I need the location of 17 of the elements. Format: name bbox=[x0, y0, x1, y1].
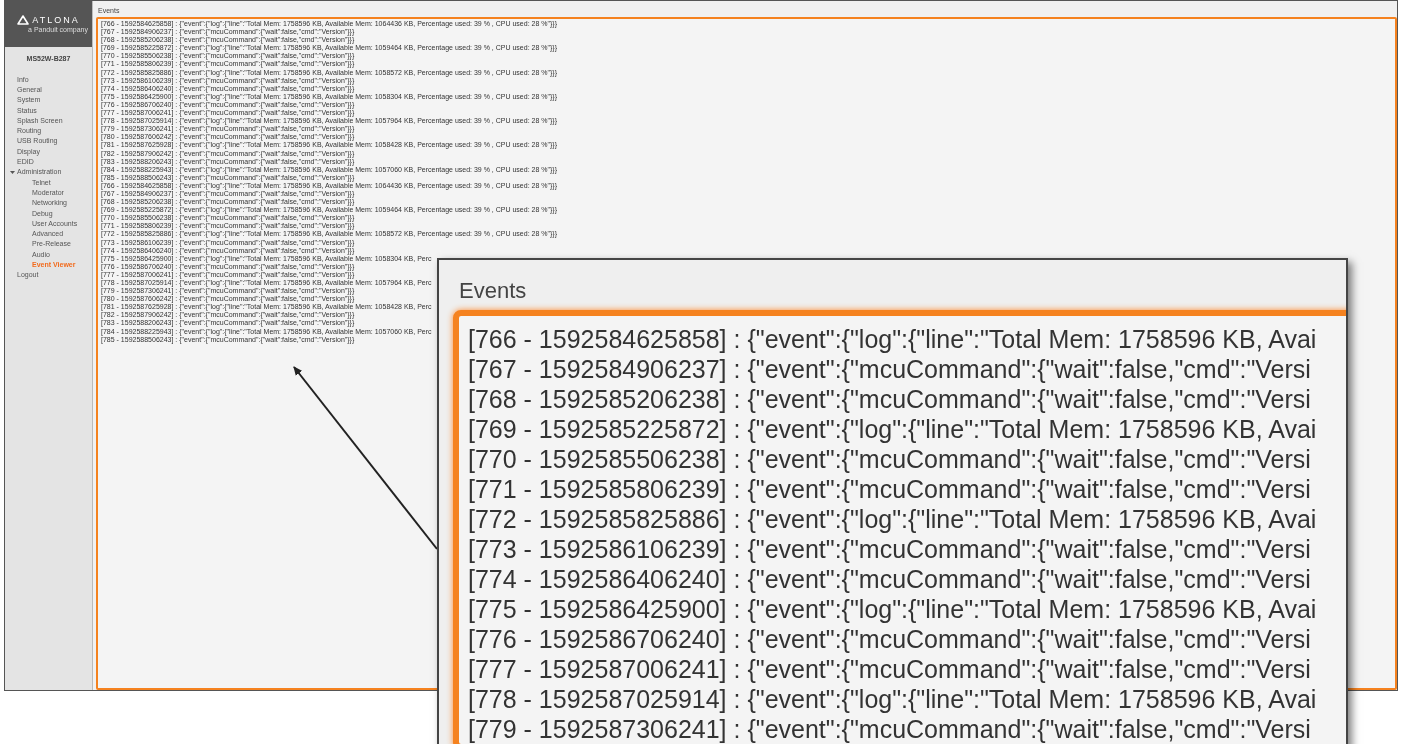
log-line: [775 - 1592586425900] : {"event":{"log":{"line":"Total Mem: 1758596 KB, Avai bbox=[468, 594, 1317, 624]
log-line: [779 - 1592587306241] : {"event":{"mcuCommand":{"wait":false,"cmd":"Versi bbox=[468, 714, 1311, 744]
log-line: [766 - 1592584625858] : {"event":{"log":{"line":"Total Mem: 1758596 KB, Avai bbox=[468, 324, 1317, 354]
log-line: [776 - 1592586706240] : {"event":{"mcuCommand":{"wait":false,"cmd":"Versi bbox=[468, 624, 1311, 654]
log-line: [771 - 1592585806239] : {"event":{"mcuCommand":{"wait":false,"cmd":"Versi bbox=[468, 474, 1311, 504]
log-line: [769 - 1592585225872] : {"event":{"log":{"line":"Total Mem: 1758596 KB, Avai bbox=[468, 414, 1317, 444]
logo-wordmark: ATLONA bbox=[32, 15, 80, 25]
callout-title: Events bbox=[458, 277, 528, 305]
logo-icon bbox=[17, 15, 30, 25]
log-line: [778 - 1592587025914] : {"event":{"log":{"line":"Total Mem: 1758596 KB, Avai bbox=[468, 684, 1317, 714]
log-line: [767 - 1592584906237] : {"event":{"mcuCommand":{"wait":false,"cmd":"Versi bbox=[468, 354, 1311, 384]
log-line: [773 - 1592586106239] : {"event":{"mcuCommand":{"wait":false,"cmd":"Versi bbox=[468, 534, 1311, 564]
log-line: [777 - 1592587006241] : {"event":{"mcuCommand":{"wait":false,"cmd":"Versi bbox=[468, 654, 1311, 684]
log-line: [768 - 1592585206238] : {"event":{"mcuCommand":{"wait":false,"cmd":"Versi bbox=[468, 384, 1311, 414]
log-line: [772 - 1592585825886] : {"event":{"log":{"line":"Total Mem: 1758596 KB, Avai bbox=[468, 504, 1317, 534]
log-line: [770 - 1592585506238] : {"event":{"mcuCommand":{"wait":false,"cmd":"Versi bbox=[468, 444, 1311, 474]
log-line: [774 - 1592586406240] : {"event":{"mcuCommand":{"wait":false,"cmd":"Versi bbox=[468, 564, 1311, 594]
